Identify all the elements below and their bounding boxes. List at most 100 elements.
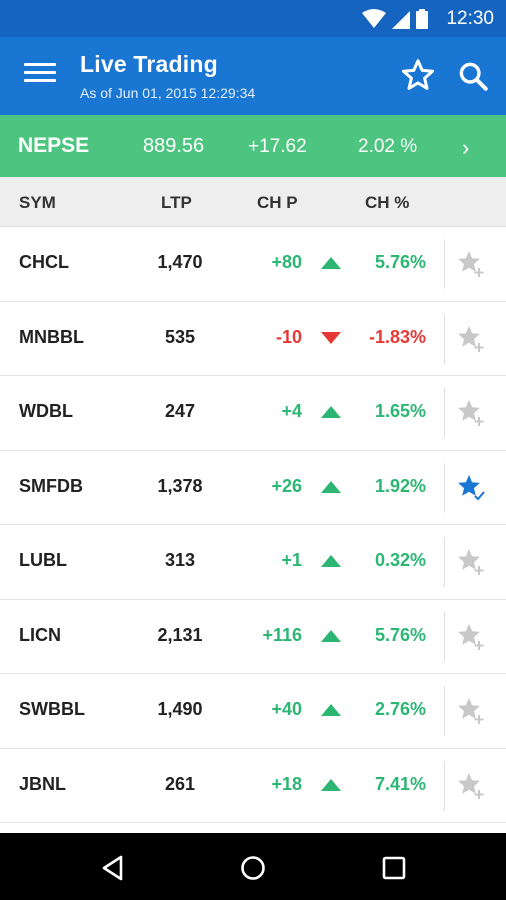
stock-ltp: 313 (164, 550, 196, 570)
table-row[interactable]: LICN 2,131 +116 5.76% (0, 599, 506, 674)
star-add-icon (458, 325, 480, 347)
menu-button[interactable] (24, 63, 56, 89)
stock-symbol: MNBBL (19, 326, 84, 347)
stock-ltp: 1,378 (157, 475, 203, 496)
stock-change-percent: 1.92% (374, 475, 426, 496)
divider (444, 462, 445, 513)
stock-symbol: WDBL (19, 401, 73, 421)
star-filled-icon (458, 474, 480, 496)
star-add-icon (458, 698, 480, 719)
divider (444, 239, 445, 289)
triangle-up-icon (321, 257, 341, 269)
favorites-button[interactable] (400, 57, 436, 93)
table-row[interactable]: MNBBL 535 -10 -1.83% (0, 301, 506, 376)
index-change: +17.62 (248, 136, 307, 157)
star-add-icon (458, 549, 480, 570)
triangle-down-icon (321, 331, 341, 344)
check-badge-icon (474, 490, 485, 500)
stock-symbol: SMFDB (19, 475, 83, 496)
stock-symbol: CHCL (19, 252, 69, 272)
star-add-icon (458, 251, 480, 272)
menu-icon-line (24, 63, 56, 66)
stock-change: +18 (271, 773, 302, 794)
stock-ltp: 247 (164, 401, 196, 421)
divider (444, 760, 445, 811)
star-add-icon (458, 772, 480, 794)
plus-badge-icon (474, 417, 484, 426)
table-row[interactable]: JBNL 261 +18 7.41% (0, 748, 506, 823)
plus-badge-icon (474, 789, 484, 799)
status-icons (362, 9, 428, 29)
favorite-toggle[interactable] (455, 398, 487, 428)
index-value: 889.56 (143, 135, 205, 157)
stock-symbol: LUBL (19, 550, 67, 570)
favorite-toggle[interactable] (455, 249, 487, 279)
stock-change-percent: 2.76% (374, 699, 426, 719)
status-time: 12:30 (446, 8, 494, 29)
stock-change-percent: 5.76% (374, 624, 426, 645)
stock-change: +116 (262, 624, 302, 645)
stock-change-percent: 0.32% (374, 550, 426, 570)
stock-change-percent: 5.76% (374, 252, 426, 272)
back-icon (102, 855, 123, 881)
plus-badge-icon (474, 566, 484, 575)
favorite-toggle[interactable] (455, 547, 487, 577)
table-header: SYM LTP CH P CH % (0, 177, 506, 227)
star-outline-icon (401, 59, 435, 90)
home-icon (241, 856, 265, 880)
app-bar: Live Trading As of Jun 01, 2015 12:29:34 (0, 37, 506, 115)
stock-ltp: 2,131 (157, 624, 203, 645)
back-button[interactable] (98, 852, 130, 884)
favorite-toggle[interactable] (455, 771, 487, 801)
table-row[interactable]: LUBL 313 +1 0.32% (0, 525, 506, 600)
header-sym[interactable]: SYM (19, 193, 56, 213)
plus-badge-icon (474, 640, 484, 650)
stock-list[interactable]: CHCL 1,470 +80 5.76% MNBBL 535 -10 -1.83… (0, 227, 506, 833)
header-ch-percent[interactable]: CH % (365, 193, 409, 213)
recents-icon (382, 856, 406, 880)
divider (444, 537, 445, 587)
search-icon (459, 62, 488, 91)
chevron-right-icon[interactable]: › (462, 135, 469, 161)
battery-icon (416, 9, 428, 29)
favorite-toggle[interactable] (455, 324, 487, 354)
stock-change: +26 (271, 475, 302, 496)
plus-badge-icon (474, 715, 484, 724)
divider (444, 686, 445, 736)
home-button[interactable] (237, 852, 269, 884)
status-bar: 12:30 (0, 0, 506, 37)
table-row[interactable]: SMFDB 1,378 +26 1.92% (0, 450, 506, 525)
favorite-toggle[interactable] (455, 473, 487, 503)
triangle-up-icon (321, 406, 341, 418)
table-row[interactable]: SWBBL 1,490 +40 2.76% (0, 674, 506, 749)
table-row[interactable]: WDBL 247 +4 1.65% (0, 376, 506, 451)
table-row[interactable]: CHCL 1,470 +80 5.76% (0, 227, 506, 302)
stock-ltp: 261 (164, 773, 196, 794)
divider (444, 313, 445, 364)
index-name: NEPSE (18, 134, 90, 157)
favorite-toggle[interactable] (455, 622, 487, 652)
plus-badge-icon (474, 268, 484, 277)
recents-button[interactable] (378, 852, 410, 884)
header-ltp[interactable]: LTP (161, 193, 192, 213)
header-ch-p[interactable]: CH P (257, 193, 298, 213)
favorite-toggle[interactable] (455, 696, 487, 726)
stock-ltp: 535 (164, 326, 196, 347)
stock-change: +4 (281, 401, 302, 421)
divider (444, 388, 445, 438)
search-button[interactable] (456, 59, 490, 93)
stock-ltp: 1,470 (157, 252, 203, 272)
divider (444, 611, 445, 662)
stock-change: +40 (271, 699, 302, 719)
stock-change: +1 (281, 550, 302, 570)
page-subtitle: As of Jun 01, 2015 12:29:34 (80, 85, 256, 101)
triangle-up-icon (321, 480, 341, 493)
star-add-icon (458, 623, 480, 645)
stock-change: -10 (275, 326, 302, 347)
stock-symbol: JBNL (19, 773, 67, 794)
index-summary-bar[interactable]: NEPSE 889.56 +17.62 2.02 % › (0, 115, 506, 177)
stock-ltp: 1,490 (157, 699, 203, 719)
plus-badge-icon (474, 342, 484, 352)
triangle-up-icon (321, 629, 341, 642)
wifi-icon (362, 9, 386, 28)
